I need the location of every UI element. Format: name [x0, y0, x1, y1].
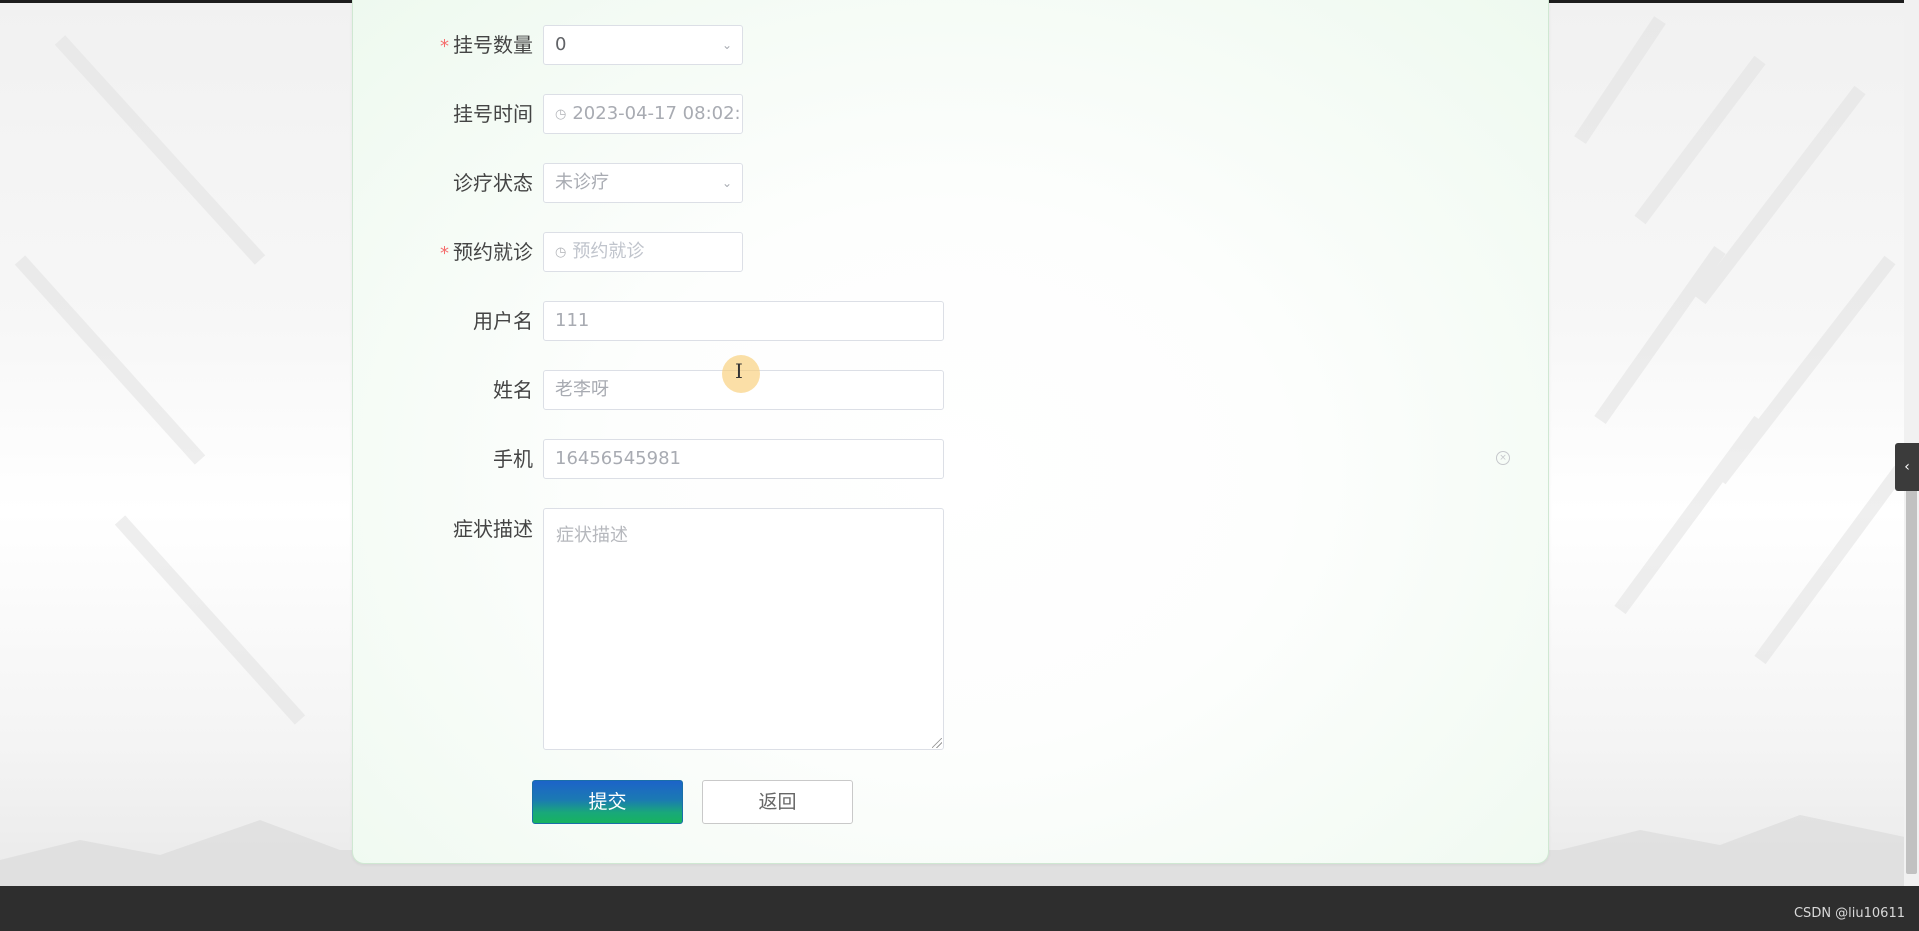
registration-count-select[interactable]: 0 ⌄ — [543, 25, 743, 65]
scrollbar-thumb[interactable] — [1906, 448, 1917, 874]
clock-icon: ◷ — [555, 245, 567, 260]
circle-close-icon[interactable]: × — [1496, 451, 1510, 465]
required-marker: * — [440, 243, 449, 264]
footer-bar — [0, 886, 1919, 931]
username-input[interactable]: 111 — [543, 301, 944, 341]
name-label: 姓名 — [493, 378, 533, 402]
form-card: * 挂号数量 0 ⌄ 挂号时间 ◷ 2023-04-17 08:02:1 诊疗状态 … — [352, 0, 1549, 864]
back-button[interactable]: 返回 — [702, 780, 853, 824]
required-marker: * — [440, 36, 449, 57]
registration-time-label: 挂号时间 — [453, 102, 533, 126]
registration-time-input[interactable]: ◷ 2023-04-17 08:02:1 — [543, 94, 743, 134]
chevron-down-icon: ⌄ — [721, 38, 732, 52]
resize-handle[interactable] — [932, 738, 942, 748]
username-label: 用户名 — [473, 309, 533, 333]
registration-count-label: * 挂号数量 — [440, 33, 533, 57]
text-cursor-icon: I — [735, 359, 743, 383]
watermark: CSDN @liu10611 — [1793, 906, 1905, 921]
submit-button[interactable]: 提交 — [532, 780, 683, 824]
clock-icon: ◷ — [555, 107, 567, 122]
phone-label: 手机 — [493, 447, 533, 471]
chevron-left-icon[interactable]: ‹ — [1895, 443, 1919, 491]
treatment-status-select[interactable]: 未诊疗 ⌄ — [543, 163, 743, 203]
appointment-datetime-input[interactable]: ◷ 预约就诊 — [543, 232, 743, 272]
symptom-description-textarea[interactable]: 症状描述 — [543, 508, 944, 750]
appointment-label: * 预约就诊 — [440, 240, 533, 264]
treatment-status-label: 诊疗状态 — [453, 171, 533, 195]
phone-input[interactable]: 16456545981 — [543, 439, 944, 479]
chevron-down-icon: ⌄ — [721, 176, 732, 190]
symptom-description-label: 症状描述 — [453, 517, 533, 541]
